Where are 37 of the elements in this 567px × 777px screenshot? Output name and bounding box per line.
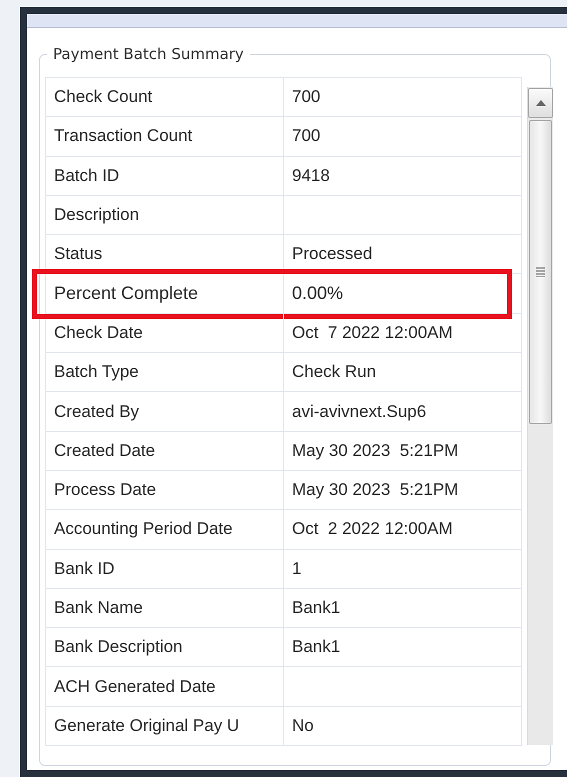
property-value: Bank1: [284, 588, 522, 628]
property-value: 700: [284, 78, 522, 118]
property-value: 9418: [284, 156, 522, 196]
property-name: Check Count: [46, 78, 284, 118]
property-name: Description: [46, 196, 284, 236]
property-value: 700: [284, 117, 522, 157]
property-value: Bank1: [284, 628, 522, 668]
property-name: Status: [46, 235, 284, 274]
property-name: Bank Description: [46, 628, 284, 668]
property-value: 0.00%: [284, 274, 522, 314]
property-name: Percent Complete: [46, 274, 284, 314]
property-name: Created By: [46, 392, 284, 432]
property-value: Oct 2 2022 12:00AM: [284, 510, 522, 550]
property-name: Generate Original Pay U: [46, 706, 284, 746]
property-name: Accounting Period Date: [46, 510, 284, 550]
property-name: Bank ID: [46, 550, 284, 589]
property-value: No: [284, 706, 522, 746]
property-value: avi-avivnext.Sup6: [284, 392, 522, 432]
property-name: Batch ID: [46, 156, 284, 196]
scrollbar[interactable]: [527, 87, 553, 745]
grip-icon: [536, 267, 545, 277]
scroll-up-button[interactable]: [528, 88, 553, 118]
property-name: Bank Name: [46, 588, 284, 628]
property-value: Check Run: [284, 353, 522, 392]
property-name: Process Date: [46, 470, 284, 510]
property-name: ACH Generated Date: [46, 667, 284, 707]
property-value: Processed: [284, 235, 522, 274]
property-name: Check Date: [46, 314, 284, 354]
scrollbar-thumb[interactable]: [529, 120, 552, 424]
property-value: 1: [284, 550, 522, 589]
up-arrow-icon: [536, 100, 546, 106]
property-name: Transaction Count: [46, 117, 284, 157]
property-value: May 30 2023 5:21PM: [284, 432, 522, 471]
property-name: Created Date: [46, 432, 284, 471]
property-name: Batch Type: [46, 353, 284, 392]
property-value: May 30 2023 5:21PM: [284, 470, 522, 510]
property-value: Oct 7 2022 12:00AM: [284, 314, 522, 354]
